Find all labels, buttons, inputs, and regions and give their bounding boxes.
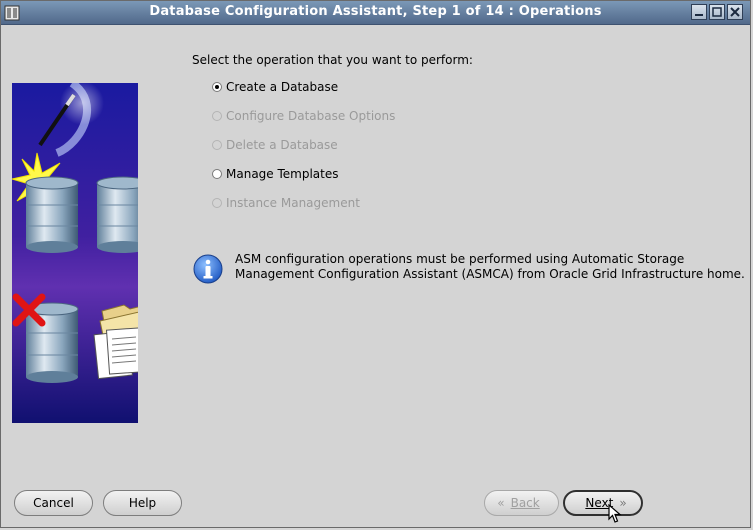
next-button[interactable]: Next » (563, 490, 643, 516)
option-delete-database: Delete a Database (212, 137, 338, 153)
option-configure-database-options: Configure Database Options (212, 108, 395, 124)
radio-disabled (212, 140, 222, 150)
dbca-window: Database Configuration Assistant, Step 1… (0, 0, 751, 528)
help-button[interactable]: Help (103, 490, 182, 516)
radio-selected[interactable] (212, 82, 222, 92)
window-title: Database Configuration Assistant, Step 1… (149, 4, 602, 19)
radio-disabled (212, 111, 222, 121)
maximize-icon (712, 7, 722, 17)
info-line-2: Management Configuration Assistant (ASMC… (235, 267, 745, 281)
dbca-illustration (12, 83, 138, 423)
option-label: Delete a Database (226, 138, 338, 152)
option-create-database[interactable]: Create a Database (212, 79, 338, 95)
cancel-label: Cancel (33, 496, 74, 510)
close-icon (730, 7, 740, 17)
cancel-button[interactable]: Cancel (14, 490, 93, 516)
option-label: Instance Management (226, 196, 360, 210)
close-button[interactable] (727, 4, 743, 20)
help-label: Help (128, 496, 157, 510)
option-label: Create a Database (226, 80, 339, 94)
maximize-button[interactable] (709, 4, 725, 20)
radio-unselected[interactable] (212, 169, 222, 179)
back-chevron-icon: « (497, 496, 505, 510)
minimize-button[interactable] (691, 4, 707, 20)
option-manage-templates[interactable]: Manage Templates (212, 166, 339, 182)
minimize-icon (695, 14, 703, 16)
info-line-1: ASM configuration operations must be per… (235, 252, 685, 266)
option-label: Manage Templates (226, 167, 339, 181)
asm-info-message: ASM configuration operations must be per… (235, 252, 745, 282)
mouse-pointer-icon (608, 504, 622, 523)
back-button: « Back (484, 490, 559, 516)
radio-disabled (212, 198, 222, 208)
title-bar[interactable]: Database Configuration Assistant, Step 1… (1, 1, 750, 25)
info-icon (193, 254, 223, 284)
option-label: Configure Database Options (226, 109, 396, 123)
option-instance-management: Instance Management (212, 195, 360, 211)
back-label: Back (510, 496, 540, 510)
operation-prompt: Select the operation that you want to pe… (192, 53, 473, 67)
